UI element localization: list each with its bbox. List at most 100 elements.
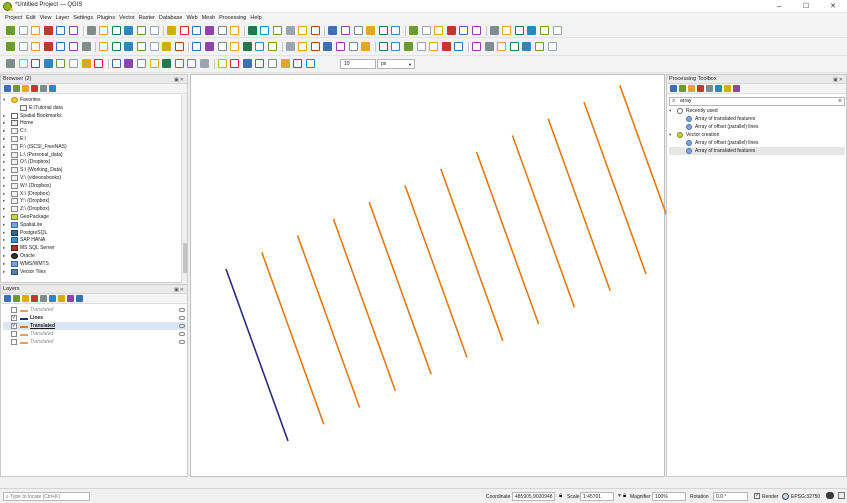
layer-row[interactable]: Translated bbox=[3, 330, 186, 338]
current-edits-icon[interactable] bbox=[391, 42, 401, 51]
digitize-icon[interactable] bbox=[429, 42, 439, 51]
paste-icon[interactable] bbox=[192, 42, 202, 51]
toolbox-search-input[interactable]: ⌕ array ⊗ bbox=[669, 97, 845, 106]
zoom-full-icon[interactable] bbox=[502, 26, 512, 35]
crs-label[interactable]: EPSG:32750 bbox=[791, 494, 820, 500]
delete-icon[interactable] bbox=[149, 42, 159, 51]
copy-icon[interactable] bbox=[484, 42, 494, 51]
toolbox-algorithm[interactable]: Array of offset (parallel) lines bbox=[669, 123, 845, 131]
collapse-arrow-icon[interactable]: ▸ bbox=[3, 182, 5, 190]
zoom-next-icon[interactable] bbox=[192, 26, 202, 35]
add-raster-icon[interactable] bbox=[336, 42, 345, 51]
label-icon[interactable] bbox=[535, 42, 544, 51]
layout-manager-icon[interactable] bbox=[434, 26, 444, 35]
snap-icon[interactable] bbox=[18, 59, 28, 68]
help-icon[interactable] bbox=[724, 85, 731, 92]
layer-row[interactable]: Translated bbox=[3, 306, 186, 314]
expand-all-icon[interactable] bbox=[49, 295, 56, 302]
history-icon[interactable] bbox=[688, 85, 695, 92]
browser-scrollbar-thumb[interactable] bbox=[183, 243, 187, 273]
browser-item[interactable]: ▾ Favorites bbox=[3, 96, 178, 104]
zoom-out-icon[interactable] bbox=[124, 26, 134, 35]
browser-item[interactable]: ▸ MS SQL Server bbox=[3, 244, 178, 252]
messages-icon[interactable] bbox=[826, 492, 834, 499]
zoom-selection-icon[interactable] bbox=[167, 26, 177, 35]
menu-settings[interactable]: Settings bbox=[71, 13, 95, 23]
paste-icon[interactable] bbox=[497, 42, 507, 51]
scale-combobox[interactable]: 1:45701 bbox=[580, 492, 614, 501]
browser-item[interactable]: ▸ GeoPackage bbox=[3, 213, 178, 221]
toolbox-algorithm[interactable]: Array of translated features bbox=[669, 147, 845, 155]
menu-view[interactable]: View bbox=[38, 13, 54, 23]
add-part-icon[interactable] bbox=[280, 59, 290, 68]
enable-properties-icon[interactable] bbox=[40, 85, 47, 92]
rotate-icon[interactable] bbox=[242, 59, 252, 68]
cut-icon[interactable] bbox=[472, 42, 481, 51]
layer-visibility-checkbox[interactable] bbox=[11, 339, 17, 345]
simplify-icon[interactable] bbox=[255, 59, 265, 68]
menu-project[interactable]: Project bbox=[3, 13, 24, 23]
toolbox-algorithm[interactable]: Array of translated features bbox=[669, 115, 845, 123]
collapse-arrow-icon[interactable]: ▸ bbox=[3, 221, 5, 229]
layer-visibility-checkbox[interactable] bbox=[11, 307, 17, 313]
trace-icon[interactable] bbox=[305, 59, 315, 68]
browser-item[interactable]: ▸ PostgreSQL bbox=[3, 229, 178, 237]
expand-arrow-icon[interactable]: ▾ bbox=[669, 107, 671, 115]
plugin-icon[interactable] bbox=[353, 26, 363, 35]
filter-legend-icon[interactable] bbox=[31, 295, 38, 302]
undo-icon[interactable] bbox=[509, 42, 519, 51]
offset-icon[interactable] bbox=[56, 59, 66, 68]
temporary-layer-indicator-icon[interactable] bbox=[179, 332, 185, 336]
diagram-icon[interactable] bbox=[547, 42, 557, 51]
copy-icon[interactable] bbox=[174, 42, 184, 51]
browser-item[interactable]: ▸ Vector Tiles bbox=[3, 268, 178, 276]
browser-item[interactable]: ▸ L:\ (Personal_data) bbox=[3, 151, 178, 159]
zoom-layer-icon[interactable] bbox=[514, 26, 524, 35]
locator-search-input[interactable]: ⌕ Type to locate (Ctrl+K) bbox=[3, 492, 90, 501]
delete-part-icon[interactable] bbox=[137, 59, 146, 68]
save-project-icon[interactable] bbox=[31, 26, 41, 35]
menu-layer[interactable]: Layer bbox=[53, 13, 71, 23]
statistics-icon[interactable] bbox=[298, 26, 308, 35]
advanced-digitize-icon[interactable] bbox=[162, 59, 172, 68]
browser-item[interactable]: ▸ Z:\ (Dropbox) bbox=[3, 205, 178, 213]
maximize-button[interactable]: ☐ bbox=[793, 0, 819, 13]
collapse-arrow-icon[interactable]: ▸ bbox=[3, 112, 5, 120]
globe-icon[interactable] bbox=[782, 493, 789, 500]
open-attribute-icon[interactable] bbox=[76, 295, 83, 302]
models-icon[interactable] bbox=[670, 85, 677, 92]
browser-item[interactable]: ▸ Y:\ (Dropbox) bbox=[3, 197, 178, 205]
collapse-arrow-icon[interactable]: ▸ bbox=[3, 244, 5, 252]
add-raster-icon[interactable] bbox=[31, 42, 41, 51]
fill-ring-icon[interactable] bbox=[268, 59, 277, 68]
zoom-layer-icon[interactable] bbox=[149, 26, 159, 35]
magnifier-lock-icon[interactable]: 🔒︎ bbox=[623, 493, 626, 500]
zoom-last-icon[interactable] bbox=[179, 26, 189, 35]
data-source-manager-icon[interactable] bbox=[6, 42, 15, 51]
print-layout-icon[interactable] bbox=[56, 26, 66, 35]
advanced-digitize-icon[interactable] bbox=[6, 59, 15, 68]
collapse-arrow-icon[interactable]: ▸ bbox=[3, 260, 5, 268]
save-as-icon[interactable] bbox=[43, 26, 53, 35]
simplify-icon[interactable] bbox=[94, 59, 104, 68]
log-messages-icon[interactable] bbox=[838, 492, 845, 499]
layer-visibility-checkbox[interactable]: ✓ bbox=[11, 315, 17, 321]
add-wms-icon[interactable] bbox=[378, 42, 388, 51]
layer-visibility-checkbox[interactable]: ✓ bbox=[11, 323, 17, 329]
collapse-arrow-icon[interactable]: ▸ bbox=[3, 268, 5, 276]
close-button[interactable]: ✕ bbox=[820, 0, 846, 13]
collapse-arrow-icon[interactable]: ▸ bbox=[3, 151, 5, 159]
undo-icon[interactable] bbox=[205, 42, 214, 51]
trace-icon[interactable] bbox=[149, 59, 159, 68]
refresh-icon[interactable] bbox=[13, 85, 20, 92]
browser-item[interactable]: ▸ O:\ (Dropbox) bbox=[3, 158, 178, 166]
lock-scale-icon[interactable]: 🔒︎ bbox=[559, 493, 562, 500]
expand-arrow-icon[interactable]: ▾ bbox=[669, 131, 671, 139]
label-icon[interactable] bbox=[230, 42, 240, 51]
rotation-spinbox[interactable]: 0.0 ° bbox=[713, 492, 748, 501]
print-layout-icon[interactable] bbox=[421, 26, 431, 35]
add-postgis-icon[interactable] bbox=[361, 42, 371, 51]
minimize-button[interactable]: – bbox=[766, 0, 792, 13]
reshape-icon[interactable] bbox=[200, 59, 209, 68]
filter-expression-icon[interactable] bbox=[40, 295, 47, 302]
